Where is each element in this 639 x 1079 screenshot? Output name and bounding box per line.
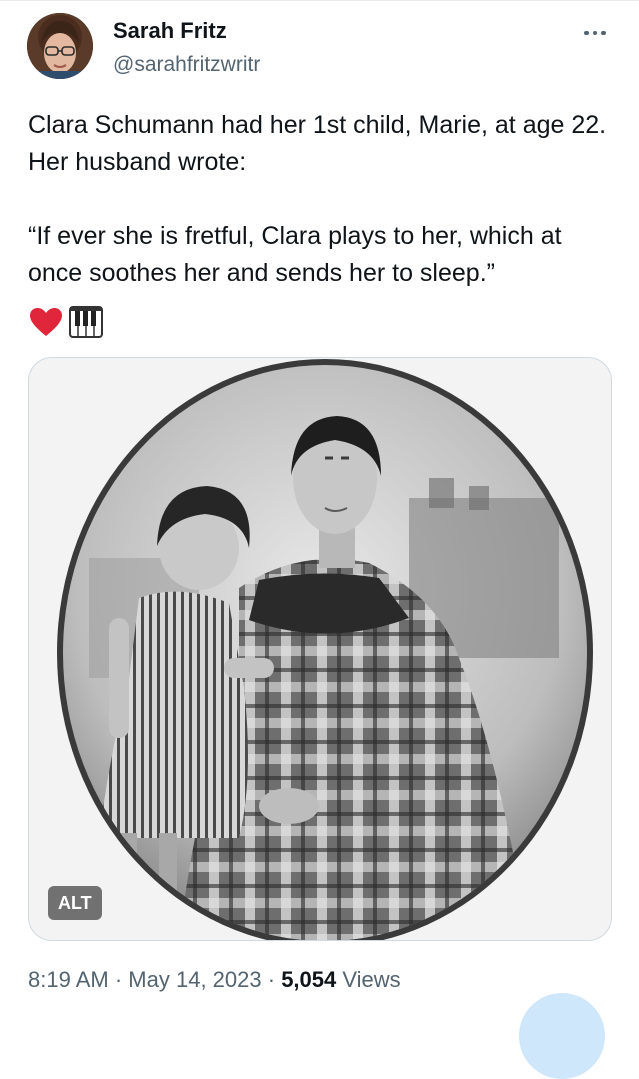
tweet-time[interactable]: 8:19 AM bbox=[28, 967, 109, 992]
tweet-text: Clara Schumann had her 1st child, Marie,… bbox=[28, 107, 618, 292]
more-options-button[interactable] bbox=[578, 22, 612, 44]
views-count: 5,054 bbox=[281, 967, 337, 992]
more-icon-dot bbox=[601, 30, 606, 36]
floating-action-button[interactable] bbox=[519, 993, 605, 1079]
author-handle[interactable]: @sarahfritzwritr bbox=[113, 53, 260, 77]
avatar-image bbox=[27, 13, 93, 79]
red-heart-icon bbox=[30, 308, 62, 336]
views-label: Views bbox=[342, 967, 401, 992]
meta-separator: · bbox=[267, 967, 276, 992]
piano-keys-icon bbox=[69, 306, 103, 338]
tweet-paragraph-2: “If ever she is fretful, Clara plays to … bbox=[28, 222, 562, 287]
photo-image bbox=[29, 358, 611, 940]
meta-separator: · bbox=[114, 967, 123, 992]
alt-text-badge[interactable]: ALT bbox=[48, 886, 102, 920]
more-icon-dot bbox=[592, 30, 598, 36]
more-icon-dot bbox=[584, 30, 589, 36]
tweet-paragraph-1: Clara Schumann had her 1st child, Marie,… bbox=[28, 111, 607, 176]
tweet-meta: 8:19 AM · May 14, 2023 · 5,054 Views bbox=[28, 967, 401, 993]
top-divider bbox=[0, 0, 639, 1]
avatar[interactable] bbox=[27, 13, 93, 79]
emoji-row bbox=[29, 306, 103, 338]
author-name[interactable]: Sarah Fritz bbox=[113, 18, 227, 44]
tweet-date[interactable]: May 14, 2023 bbox=[128, 967, 261, 992]
tweet-photo[interactable]: ALT bbox=[28, 357, 612, 941]
